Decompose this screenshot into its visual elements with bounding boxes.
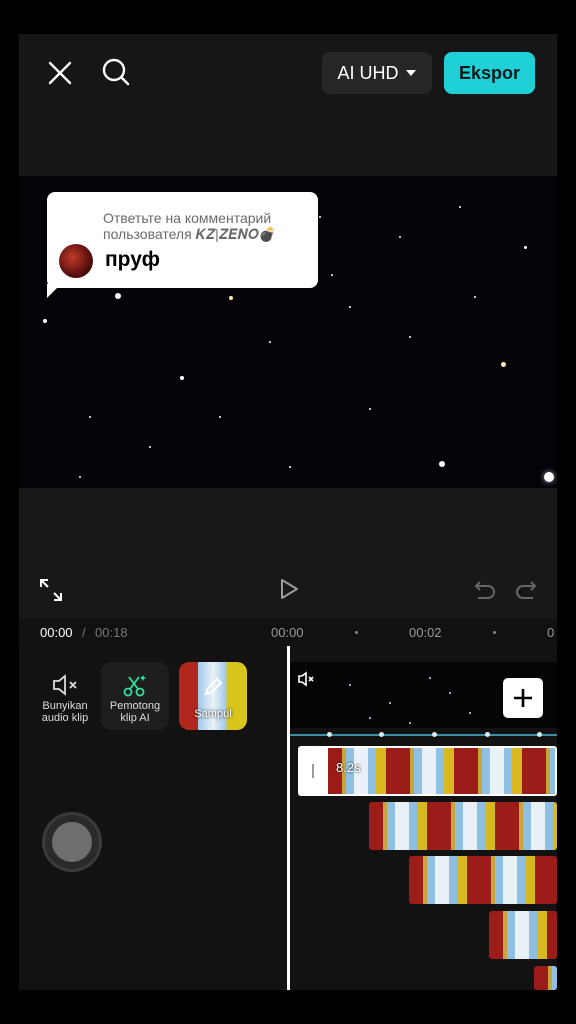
- caret-down-icon: [405, 70, 416, 76]
- mute-audio-button[interactable]: Bunyikan audio klip: [31, 662, 99, 730]
- selected-clip[interactable]: 8.2s: [298, 746, 557, 796]
- mute-audio-label: Bunyikan audio klip: [41, 700, 89, 724]
- cover-label: Sampul: [194, 708, 232, 720]
- resolution-label: AI UHD: [337, 62, 399, 83]
- fullscreen-icon[interactable]: [39, 578, 63, 607]
- record-button[interactable]: [42, 812, 102, 872]
- comment-reply-text: Ответьте на комментарий пользователя 𝑲𝒁|…: [103, 210, 277, 242]
- current-time: 00:00: [40, 625, 73, 640]
- top-bar: AI UHD Ekspor: [19, 34, 557, 176]
- clip-duration: 8.2s: [336, 760, 361, 775]
- tick-dot: [355, 631, 358, 634]
- export-button[interactable]: Ekspor: [444, 52, 535, 94]
- bubble-tail: [47, 284, 61, 298]
- undo-icon[interactable]: [474, 579, 496, 604]
- video-preview[interactable]: Ответьте на комментарий пользователя 𝑲𝒁|…: [19, 176, 557, 488]
- ai-cut-button[interactable]: Pemotong klip AI: [101, 662, 169, 730]
- playback-controls: [19, 488, 557, 618]
- pencil-icon: [204, 677, 223, 696]
- playhead[interactable]: [287, 646, 290, 990]
- tick-dot: [493, 631, 496, 634]
- ai-cut-label: Pemotong klip AI: [109, 700, 161, 724]
- scissors-icon: [121, 670, 149, 700]
- tick-label: 0: [547, 625, 555, 640]
- clip-overlay-track[interactable]: [534, 966, 557, 990]
- comment-body: пруф: [105, 248, 161, 271]
- clip-overlay-track[interactable]: [369, 802, 557, 850]
- search-icon[interactable]: [98, 54, 134, 90]
- comment-reply-bubble: Ответьте на комментарий пользователя 𝑲𝒁|…: [47, 192, 318, 288]
- total-time: 00:18: [95, 625, 128, 640]
- tick-label: 00:02: [409, 625, 442, 640]
- tick-label: 00:00: [271, 625, 304, 640]
- track-mute-icon[interactable]: [297, 671, 317, 692]
- add-clip-button[interactable]: [503, 678, 543, 718]
- clip-thumbnails: [328, 748, 555, 794]
- speaker-mute-icon: [51, 670, 79, 700]
- trim-handle[interactable]: [300, 748, 328, 794]
- play-icon[interactable]: [277, 577, 301, 606]
- clip-overlay-track[interactable]: [489, 911, 557, 959]
- resolution-dropdown[interactable]: AI UHD: [322, 52, 432, 94]
- cover-button[interactable]: Sampul: [179, 662, 247, 730]
- time-separator: /: [82, 625, 86, 640]
- avatar: [59, 244, 93, 278]
- time-ruler: 00:00 / 00:18 00:00 00:02 0: [19, 618, 557, 646]
- close-icon[interactable]: [43, 56, 77, 90]
- redo-icon[interactable]: [515, 579, 537, 604]
- plus-icon: [514, 689, 532, 707]
- editor-app: AI UHD Ekspor Ответьте на комментарий по…: [19, 34, 557, 990]
- video-track[interactable]: [289, 662, 557, 728]
- clip-overlay-track[interactable]: [409, 856, 557, 904]
